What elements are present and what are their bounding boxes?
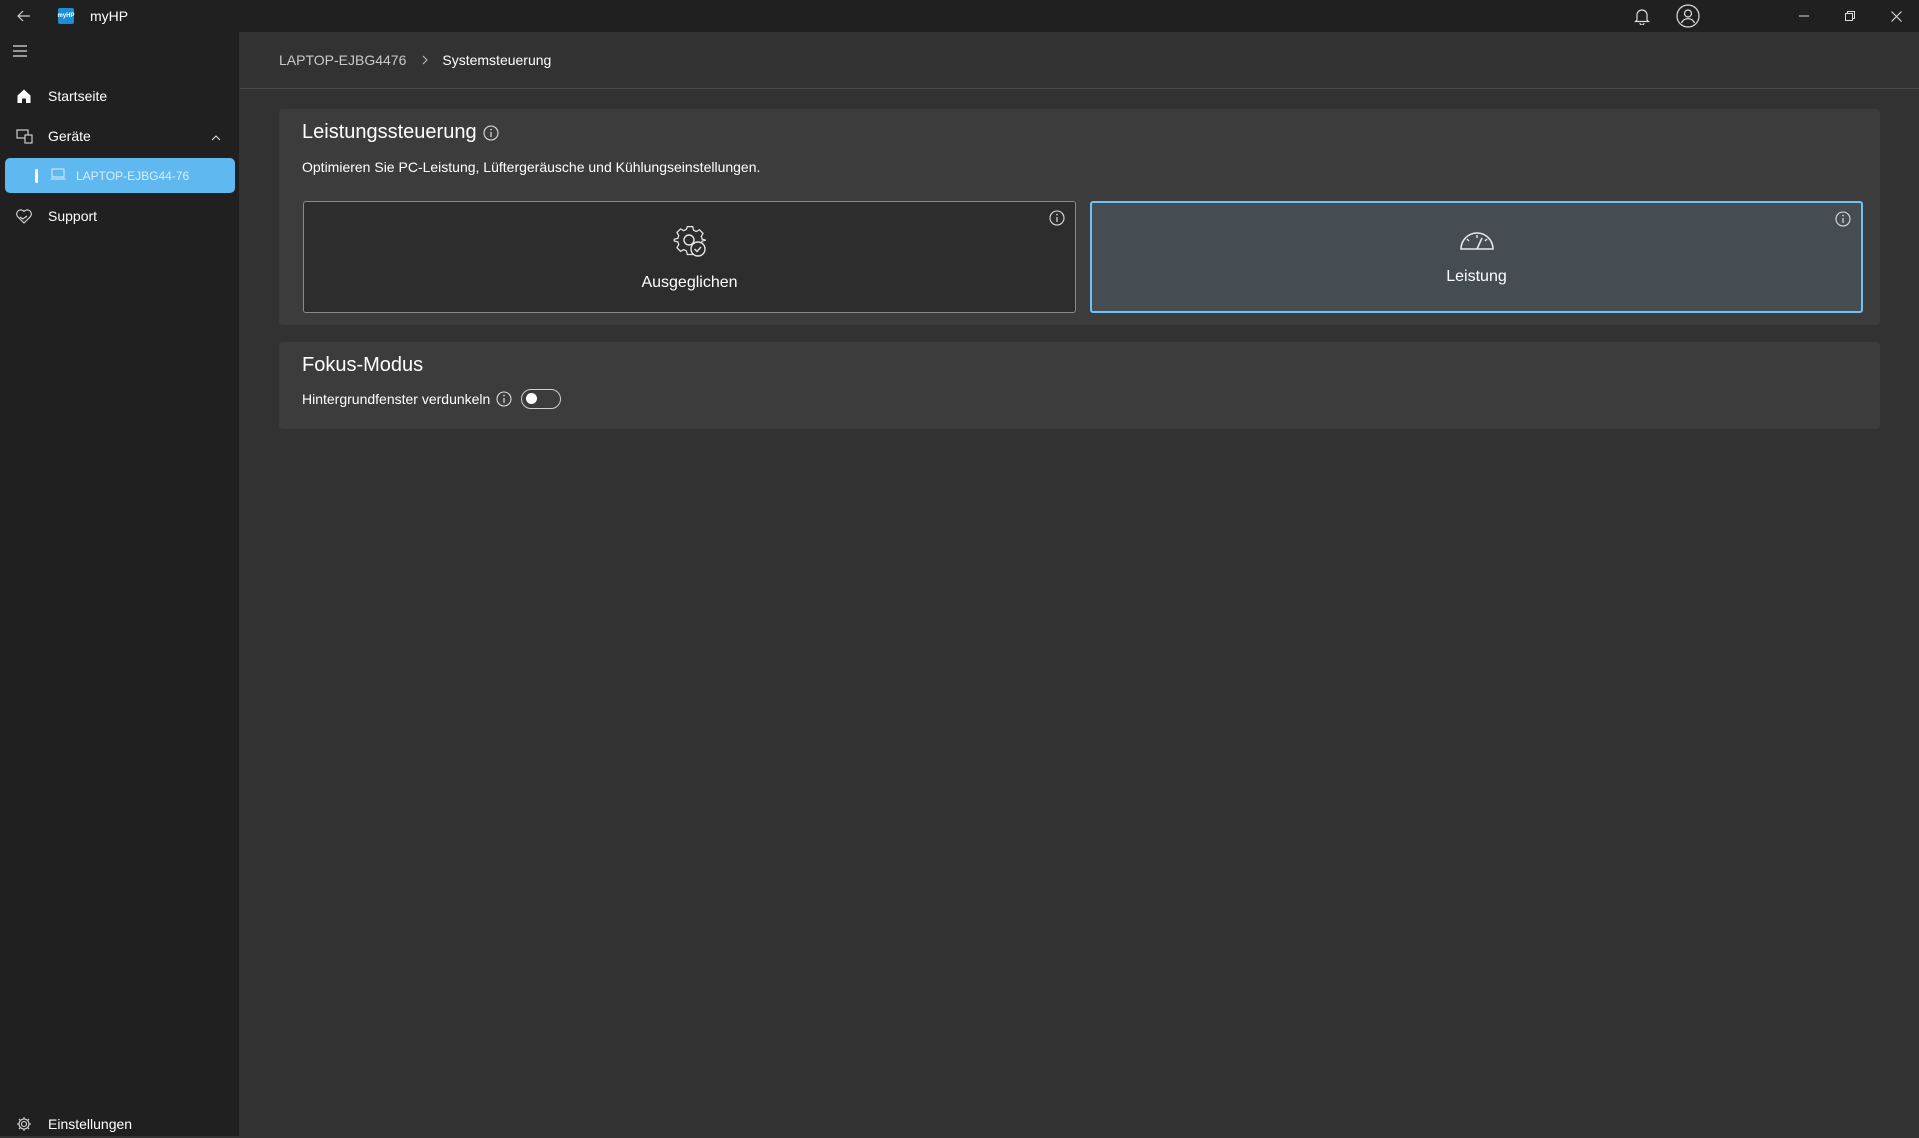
info-icon[interactable] [483, 124, 499, 141]
bell-icon [1634, 8, 1650, 25]
laptop-icon [50, 167, 66, 185]
back-button[interactable] [0, 0, 48, 32]
sidebar-item-label: Startseite [48, 88, 108, 104]
restore-button[interactable] [1827, 0, 1873, 32]
focus-title: Fokus-Modus [302, 354, 424, 376]
user-icon [1676, 4, 1700, 28]
breadcrumb-current: Systemsteuerung [442, 52, 552, 68]
devices-icon [0, 128, 48, 144]
focus-toggle-label: Hintergrundfenster verdunkeln [302, 391, 491, 407]
gear-icon [0, 1116, 48, 1132]
info-icon[interactable] [1835, 211, 1851, 232]
mode-balanced-tile[interactable]: Ausgeglichen [303, 201, 1076, 313]
sidebar-item-devices[interactable]: Geräte [0, 118, 239, 154]
sidebar-item-support[interactable]: Support [0, 198, 239, 234]
close-icon [1890, 10, 1902, 22]
sidebar-item-settings[interactable]: Einstellungen [0, 1110, 239, 1138]
account-button[interactable] [1665, 0, 1711, 32]
sidebar-item-home[interactable]: Startseite [0, 78, 239, 114]
toggle-knob [526, 393, 538, 404]
restore-icon [1845, 11, 1855, 21]
back-arrow-icon [17, 10, 30, 22]
performance-description: Optimieren Sie PC-Leistung, Lüftergeräus… [302, 159, 761, 175]
chevron-up-icon[interactable] [211, 128, 221, 144]
dim-background-toggle[interactable] [521, 389, 562, 409]
sidebar-item-label: Einstellungen [48, 1116, 133, 1132]
hamburger-icon [13, 45, 27, 57]
notifications-button[interactable] [1619, 0, 1665, 32]
selection-indicator [35, 168, 38, 183]
heart-hand-icon [0, 208, 48, 224]
speedometer-icon [1459, 229, 1495, 258]
sidebar: Startseite Geräte LAPTOP-EJBG44-76 Suppo… [0, 32, 239, 1136]
mode-performance-label: Leistung [1446, 267, 1507, 285]
focus-toggle-row: Hintergrundfenster verdunkeln [302, 389, 562, 409]
title-bar: myHP myHP [0, 0, 1919, 32]
gear-check-icon [672, 223, 708, 264]
breadcrumb: LAPTOP-EJBG4476 Systemsteuerung [240, 32, 1919, 89]
sidebar-item-device-laptop[interactable]: LAPTOP-EJBG44-76 [5, 158, 235, 193]
breadcrumb-device-link[interactable]: LAPTOP-EJBG4476 [279, 52, 406, 68]
device-label: LAPTOP-EJBG44-76 [76, 168, 190, 183]
performance-control-card: Leistungssteuerung Optimieren Sie PC-Lei… [279, 109, 1880, 325]
mode-balanced-label: Ausgeglichen [641, 273, 738, 291]
info-icon[interactable] [1049, 210, 1065, 231]
chevron-right-icon [422, 55, 429, 65]
performance-title: Leistungssteuerung [302, 121, 477, 143]
close-button[interactable] [1873, 0, 1919, 32]
app-logo: myHP [58, 8, 75, 24]
sidebar-item-label: Geräte [48, 128, 91, 144]
performance-title-row: Leistungssteuerung [302, 121, 499, 144]
main-content: LAPTOP-EJBG4476 Systemsteuerung Leistung… [240, 32, 1919, 1136]
focus-mode-card: Fokus-Modus Hintergrundfenster verdunkel… [279, 342, 1880, 429]
sidebar-item-label: Support [48, 208, 98, 224]
mode-performance-tile[interactable]: Leistung [1090, 201, 1863, 313]
info-icon[interactable] [496, 391, 512, 407]
app-title: myHP [90, 8, 129, 24]
home-icon [0, 88, 48, 104]
minimize-button[interactable] [1781, 0, 1827, 32]
minimize-icon [1799, 15, 1809, 17]
menu-toggle-button[interactable] [12, 44, 32, 60]
